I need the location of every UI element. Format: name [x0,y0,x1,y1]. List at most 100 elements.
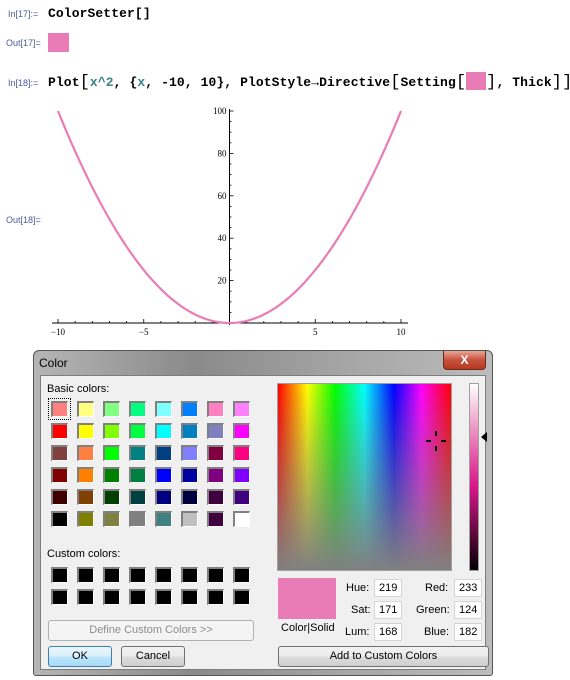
cancel-button[interactable]: Cancel [121,646,185,667]
color-spectrum[interactable] [277,383,452,571]
basic-color-swatch[interactable] [51,489,68,505]
basic-color-swatch[interactable] [207,423,224,439]
add-to-custom-colors-button[interactable]: Add to Custom Colors [278,646,489,667]
basic-color-swatch[interactable] [181,423,198,439]
basic-color-swatch[interactable] [207,401,224,417]
basic-color-swatch[interactable] [233,489,250,505]
code-x-squared: x^2 [89,75,114,90]
basic-color-swatch[interactable] [129,467,146,483]
basic-color-swatch[interactable] [155,467,172,483]
custom-color-swatch[interactable] [233,589,250,605]
basic-color-swatch[interactable] [77,467,94,483]
basic-color-swatch[interactable] [129,445,146,461]
custom-color-swatch[interactable] [207,567,224,583]
basic-color-swatch[interactable] [48,398,71,420]
custom-color-swatch[interactable] [103,589,120,605]
basic-color-swatch[interactable] [51,445,68,461]
luminance-arrow-icon[interactable] [481,432,487,442]
custom-color-swatch[interactable] [155,567,172,583]
basic-color-swatch[interactable] [129,423,146,439]
define-custom-colors-button[interactable]: Define Custom Colors >> [48,620,254,641]
basic-color-swatch[interactable] [207,489,224,505]
basic-color-swatch[interactable] [103,489,120,505]
basic-color-swatch[interactable] [155,489,172,505]
basic-color-swatch[interactable] [77,511,94,527]
custom-color-swatch[interactable] [181,589,198,605]
custom-color-swatch[interactable] [129,589,146,605]
custom-color-swatch[interactable] [129,567,146,583]
ok-button[interactable]: OK [48,646,112,667]
basic-color-swatch[interactable] [77,445,94,461]
inline-color-swatch[interactable] [466,72,487,90]
basic-color-swatch[interactable] [51,467,68,483]
basic-color-swatch[interactable] [155,401,172,417]
basic-color-swatch[interactable] [77,489,94,505]
basic-color-swatch[interactable] [103,445,120,461]
code-bracket: ]] [551,73,570,92]
basic-color-swatch[interactable] [233,467,250,483]
basic-color-swatch[interactable] [207,467,224,483]
basic-color-swatch[interactable] [103,511,120,527]
color-setter-swatch[interactable] [48,33,69,52]
custom-color-swatch[interactable] [181,567,198,583]
dialog-title: Color [39,356,68,370]
y-tick-label: 100 [213,106,227,116]
lum-input[interactable]: 168 [374,623,402,641]
basic-color-swatch[interactable] [233,423,250,439]
basic-color-swatch[interactable] [51,511,68,527]
code-range: , -10, 10}, PlotStyle→Directive [145,75,391,90]
custom-color-swatch[interactable] [103,567,120,583]
lum-label: Lum: [345,626,370,638]
basic-color-swatch[interactable] [155,511,172,527]
basic-color-swatch[interactable] [181,489,198,505]
custom-color-swatch[interactable] [207,589,224,605]
basic-color-swatch[interactable] [155,423,172,439]
basic-color-swatch[interactable] [129,489,146,505]
hue-input[interactable]: 219 [374,579,402,597]
basic-color-swatch[interactable] [103,423,120,439]
input-cell-17[interactable]: ColorSetter[] [48,6,151,21]
input-cell-18[interactable]: Plot[x^2, {x, -10, 10}, PlotStyle→Direct… [48,72,570,92]
basic-color-swatch[interactable] [77,423,94,439]
basic-color-swatch[interactable] [103,467,120,483]
custom-color-swatch[interactable] [233,567,250,583]
blue-input[interactable]: 182 [454,623,482,641]
close-icon: X [460,353,469,367]
sat-input[interactable]: 171 [374,601,402,619]
basic-color-swatch[interactable] [155,445,172,461]
green-input[interactable]: 124 [454,601,482,619]
basic-color-swatch[interactable] [233,401,250,417]
close-button[interactable]: X [443,351,486,370]
red-input[interactable]: 233 [454,579,482,597]
basic-color-swatch[interactable] [181,401,198,417]
basic-color-swatch[interactable] [129,401,146,417]
luminance-slider[interactable] [469,383,479,571]
sat-label: Sat: [351,604,371,616]
code-bracket: ] [486,73,497,92]
custom-color-swatch[interactable] [77,589,94,605]
x-tick-label: 10 [397,327,407,337]
basic-color-swatch[interactable] [129,511,146,527]
hue-label: Hue: [346,582,370,594]
basic-color-swatch[interactable] [181,445,198,461]
basic-color-swatch[interactable] [233,511,250,527]
basic-color-swatch[interactable] [77,401,94,417]
green-label: Green: [416,604,450,616]
code-bracket: [ [455,73,467,92]
basic-color-swatch[interactable] [103,401,120,417]
crosshair-icon[interactable] [426,431,446,451]
custom-color-swatch[interactable] [155,589,172,605]
custom-color-swatch[interactable] [51,589,68,605]
x-tick-label: −5 [139,327,149,337]
code-plot: Plot [48,75,80,90]
basic-color-swatch[interactable] [51,423,68,439]
cell-label-out17: Out[17]= [6,38,41,48]
basic-color-swatch[interactable] [181,511,198,527]
basic-color-swatch[interactable] [233,445,250,461]
code-thick: , Thick [496,75,552,90]
custom-color-swatch[interactable] [77,567,94,583]
custom-color-swatch[interactable] [51,567,68,583]
basic-color-swatch[interactable] [207,511,224,527]
basic-color-swatch[interactable] [181,467,198,483]
basic-color-swatch[interactable] [207,445,224,461]
